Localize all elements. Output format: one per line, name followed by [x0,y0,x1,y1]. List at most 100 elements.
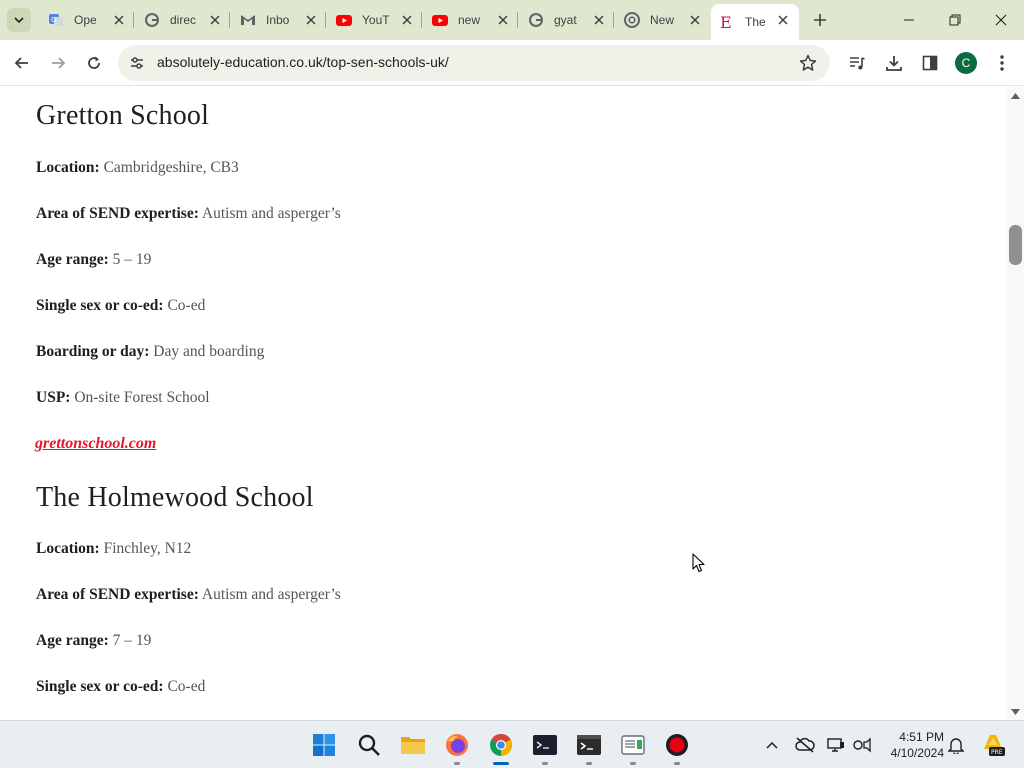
taskbar-terminal-dark[interactable] [529,729,561,765]
arrow-left-icon [14,57,28,69]
field-label: USP: [36,389,71,406]
tab-title: The [745,15,766,29]
notepad-icon [621,735,645,755]
tab-title: Inbo [266,13,290,27]
school-field: Location: Cambridgeshire, CB3 [36,159,239,177]
scroll-up-icon[interactable] [1011,91,1020,100]
taskbar-recorder[interactable] [661,729,693,765]
close-icon[interactable] [495,12,511,28]
tab-new-tab[interactable]: New [616,4,711,36]
minimize-button[interactable] [886,0,932,40]
downloads-button[interactable] [880,49,908,77]
network-sound-icon[interactable] [852,735,872,755]
close-icon[interactable] [591,12,607,28]
taskbar-terminal[interactable] [573,729,605,765]
firefox-icon [446,734,468,756]
page-scrollbar[interactable] [1007,87,1024,720]
taskbar-firefox[interactable] [441,729,473,765]
tab-title: New [650,13,675,27]
tab-title: direc [170,13,197,27]
taskbar-search-button[interactable] [353,729,385,761]
active-indicator [493,762,509,765]
youtube-icon [336,12,352,28]
side-panel-button[interactable] [916,49,944,77]
back-button[interactable] [8,49,36,77]
display-icon[interactable] [826,735,846,755]
field-value: Autism and asperger’s [201,205,341,222]
school-heading: Gretton School [36,100,210,131]
field-value: Co-ed [167,678,206,695]
tab-youtube[interactable]: YouT [328,4,423,36]
taskbar-clock[interactable]: 4:51 PM 4/10/2024 [884,729,944,761]
close-icon[interactable] [775,12,791,28]
tab-title: gyat [554,13,577,27]
scroll-down-icon[interactable] [1011,707,1020,716]
chrome-icon [490,734,512,756]
close-window-button[interactable] [978,0,1024,40]
bookmark-star-icon[interactable] [798,53,818,73]
recorder-icon [666,734,688,756]
school-field: Single sex or co-ed: Co-ed [36,678,205,696]
tab-separator [517,12,518,28]
school-field: Area of SEND expertise: Autism and asper… [36,205,341,223]
tab-ope[interactable]: G Ope [40,4,135,36]
notification-bell-icon[interactable] [946,735,966,755]
mouse-cursor-icon [692,553,705,573]
site-e-icon: E [719,14,735,30]
restore-icon [949,14,961,26]
clock-time: 4:51 PM [899,730,944,744]
tab-title: YouT [362,13,390,27]
forward-button[interactable] [44,49,72,77]
school-field: Single sex or co-ed: Co-ed [36,297,205,315]
running-indicator [454,762,460,765]
tab-inbox[interactable]: Inbo [232,4,327,36]
chevron-down-icon [14,17,24,24]
school-field: Boarding or day: Day and boarding [36,343,264,361]
field-value: Autism and asperger’s [201,586,341,603]
arrow-right-icon [52,57,66,69]
school-heading: The Holmewood School [36,482,314,513]
tab-title: new [458,13,481,27]
new-tab-button[interactable] [808,8,832,32]
site-info-icon[interactable] [128,54,146,72]
field-value: 7 – 19 [112,632,152,649]
close-icon[interactable] [399,12,415,28]
tab-direc[interactable]: direc [136,4,231,36]
google-icon [528,12,544,28]
taskbar-notepad[interactable] [617,729,649,765]
school-website-link[interactable]: grettonschool.com [35,435,156,453]
address-bar[interactable]: absolutely-education.co.uk/top-sen-schoo… [118,45,830,81]
tab-search-button[interactable] [7,8,31,32]
tab-separator [325,12,326,28]
taskbar-chrome[interactable] [485,729,517,765]
youtube-icon [432,12,448,28]
field-label: Single sex or co-ed: [36,678,164,695]
scrollbar-thumb[interactable] [1009,225,1022,265]
chevron-up-icon[interactable] [762,735,782,755]
close-icon[interactable] [111,12,127,28]
reload-button[interactable] [80,49,108,77]
terminal-icon [577,735,601,755]
profile-avatar[interactable]: C [955,52,977,74]
field-value: On-site Forest School [74,389,210,406]
copilot-pre-icon[interactable]: PRE [980,731,1006,757]
svg-text:E: E [720,14,732,30]
tab-separator [133,12,134,28]
taskbar-file-explorer[interactable] [397,729,429,761]
close-icon[interactable] [207,12,223,28]
google-icon [144,12,160,28]
close-icon[interactable] [687,12,703,28]
media-controls-button[interactable] [843,49,871,77]
cloud-off-icon[interactable] [795,735,815,755]
menu-button[interactable] [988,49,1016,77]
tab-gyat[interactable]: gyat [520,4,615,36]
tab-strip: G Ope direc Inbo YouT new gyat New E The [0,0,1024,40]
clock-date: 4/10/2024 [890,746,944,760]
file-explorer-icon [401,737,425,754]
restore-button[interactable] [932,0,978,40]
start-button[interactable] [308,729,340,761]
tab-new-youtube[interactable]: new [424,4,519,36]
field-label: Age range: [36,632,109,649]
close-icon[interactable] [303,12,319,28]
tab-the-active[interactable]: E The [711,4,799,40]
